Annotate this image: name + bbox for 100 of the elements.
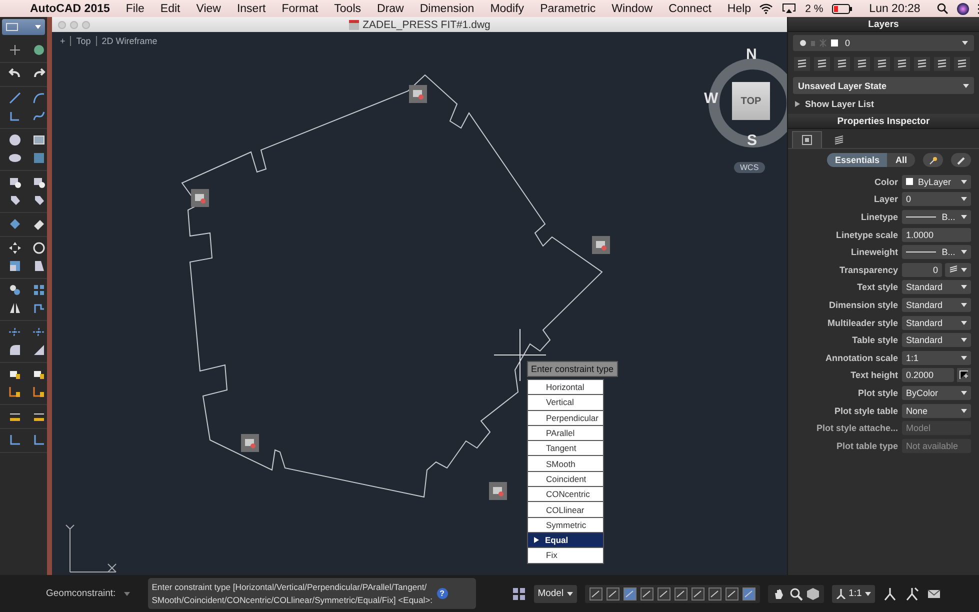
layer-tool-icon[interactable] (794, 57, 810, 71)
line-icon[interactable] (8, 91, 22, 105)
menu-option[interactable]: Symmetric (528, 518, 603, 532)
annotation-visibility-icon[interactable] (882, 586, 897, 600)
viewport-control[interactable]: + (60, 36, 72, 46)
help-button[interactable]: ? (436, 588, 448, 599)
clock[interactable]: Lun 20:28 (861, 2, 928, 14)
hatch-icon[interactable] (32, 151, 46, 165)
trim-icon[interactable] (8, 325, 22, 339)
cube-icon[interactable] (806, 586, 820, 600)
siri-icon[interactable] (957, 2, 970, 14)
select-objects-button[interactable] (923, 153, 943, 167)
property-dropdown[interactable]: Standard (902, 333, 971, 348)
property-dropdown[interactable]: None (902, 404, 971, 418)
point-icon[interactable] (8, 43, 22, 57)
property-field[interactable]: 1.0000 (902, 228, 971, 242)
polyline-icon[interactable] (8, 109, 22, 123)
pick-button[interactable] (951, 153, 971, 167)
property-dropdown[interactable]: Standard (902, 298, 971, 312)
corner-lock-icon[interactable] (8, 385, 22, 399)
tag-icon[interactable] (8, 193, 22, 207)
line-dropdown[interactable]: B... (902, 210, 971, 224)
mirror-icon[interactable] (8, 301, 22, 315)
globe-icon[interactable] (32, 43, 46, 57)
color-dropdown[interactable]: ByLayer (902, 174, 971, 189)
show-layer-list[interactable]: Show Layer List (788, 97, 979, 114)
line-dropdown[interactable]: B... (902, 245, 971, 260)
wcs-menu[interactable]: WCS (734, 162, 765, 173)
layer-tool-icon[interactable] (954, 57, 970, 71)
explode-icon[interactable] (8, 217, 22, 231)
move-icon[interactable] (8, 241, 22, 255)
copy-icon[interactable] (8, 283, 22, 297)
model-space-button[interactable]: Model (534, 584, 577, 602)
menu-option[interactable]: Horizontal (528, 380, 603, 394)
menu-option[interactable]: Equal (528, 532, 603, 548)
menu-option[interactable]: CONcentric (528, 487, 603, 502)
compass-north[interactable]: N (746, 46, 757, 63)
viewcube-top-face[interactable]: TOP (732, 82, 770, 120)
menu-item[interactable]: Dimension (412, 2, 482, 14)
menu-option[interactable]: COLlinear (528, 502, 603, 517)
property-dropdown[interactable]: 1:1 (902, 350, 971, 365)
battery-icon[interactable] (832, 4, 852, 14)
compass-west[interactable]: W (704, 90, 718, 107)
app-menu[interactable]: AutoCAD 2015 (22, 2, 118, 14)
annotation-scale-button[interactable]: 1:1 (832, 584, 875, 602)
layer-tool-icon[interactable] (814, 57, 830, 71)
stretch-icon[interactable] (32, 259, 46, 273)
menu-item[interactable]: Modify (482, 2, 532, 14)
block-icon[interactable] (8, 175, 22, 189)
compass-south[interactable]: S (747, 132, 758, 149)
menu-item[interactable]: Connect (660, 2, 720, 14)
viewport-control[interactable]: 2D Wireframe (102, 36, 162, 46)
menu-item[interactable]: View (188, 2, 229, 14)
scale-icon[interactable] (8, 259, 22, 273)
property-dropdown[interactable]: ByColor (902, 386, 971, 400)
menu-item[interactable]: File (118, 2, 152, 14)
property-dropdown[interactable]: 0 (902, 192, 971, 206)
menu-item[interactable]: Draw (369, 2, 412, 14)
menu-option[interactable]: PArallel (528, 426, 603, 440)
rotate-icon[interactable] (32, 241, 46, 255)
property-dropdown[interactable]: Standard (902, 316, 971, 330)
block-marker-icon[interactable] (592, 236, 610, 254)
menu-item[interactable]: Format (274, 2, 326, 14)
block-marker-icon[interactable] (191, 189, 209, 207)
rectangle-icon[interactable] (32, 133, 46, 147)
menu-option[interactable]: SMooth (528, 456, 603, 471)
ucs-icon[interactable] (8, 433, 22, 447)
property-dropdown[interactable]: Standard (902, 280, 971, 294)
layer-tool-icon[interactable] (854, 57, 870, 71)
grid-menu-icon[interactable] (512, 586, 526, 600)
arc-icon[interactable] (32, 91, 46, 105)
mode-toggle[interactable]: Essentials (826, 153, 888, 167)
menu-item[interactable]: Parametric (532, 2, 604, 14)
search-icon[interactable] (937, 3, 948, 14)
menu-item[interactable]: Window (604, 2, 661, 14)
ellipse-icon[interactable] (8, 151, 22, 165)
block-marker-icon[interactable] (409, 85, 427, 103)
circle-icon[interactable] (8, 133, 22, 147)
transparency-dropdown[interactable] (945, 262, 971, 277)
menu-item[interactable]: Insert (228, 2, 274, 14)
layer-tool-icon[interactable] (934, 57, 950, 71)
array-icon[interactable] (32, 283, 46, 297)
auto-scale-icon[interactable] (904, 586, 919, 600)
menu-option[interactable]: Coincident (528, 472, 603, 486)
drawing-canvas[interactable]: + Top 2D Wireframe N W TOP S WCS Enter constraint type Horizontal Vertical Perpendicular PArallel Tangent SMooth Coincident CONcentric COLlinear Symmetric Equal Fix (52, 32, 787, 575)
layer-tool-icon[interactable] (894, 57, 910, 71)
block-marker-icon[interactable] (489, 482, 507, 500)
menu-option[interactable]: Tangent (528, 441, 603, 456)
airplay-icon[interactable] (782, 3, 796, 14)
block-marker-icon[interactable] (241, 434, 259, 452)
menu-option[interactable]: Fix (528, 548, 603, 563)
layer-tool-icon[interactable] (914, 57, 930, 71)
layer-dropdown[interactable]: 0 (793, 35, 974, 51)
menu-option[interactable]: Perpendicular (528, 410, 603, 425)
spline-icon[interactable] (32, 109, 46, 123)
layer-tool-icon[interactable] (874, 57, 890, 71)
transparency-field[interactable]: 0 (902, 262, 942, 277)
menu-item[interactable]: Tools (326, 2, 370, 14)
wifi-icon[interactable] (759, 3, 774, 14)
menu-item[interactable]: Edit (152, 2, 188, 14)
